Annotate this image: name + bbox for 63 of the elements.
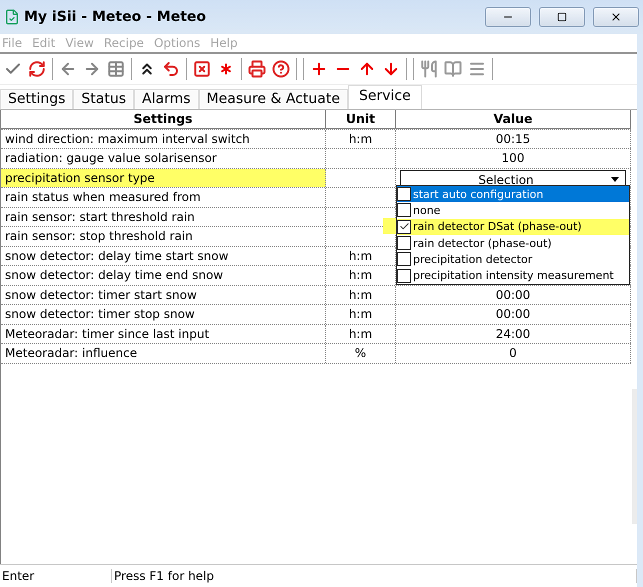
table-cell: Meteoradar: influence bbox=[1, 344, 326, 362]
scrollbar-thumb[interactable] bbox=[632, 389, 637, 524]
plus-icon[interactable] bbox=[310, 60, 328, 78]
table-cell: radiation: gauge value solarisensor bbox=[1, 149, 326, 168]
table-cell: snow detector: timer start snow bbox=[1, 286, 326, 304]
table-cell: Meteoradar: timer since last input bbox=[1, 324, 326, 343]
column-header: Value bbox=[396, 110, 631, 128]
column-header: Unit bbox=[326, 110, 396, 128]
checkbox[interactable] bbox=[397, 252, 411, 266]
table-cell: h:m bbox=[326, 286, 396, 304]
square-x-icon[interactable] bbox=[193, 60, 211, 78]
window-title: My iSii - Meteo - Meteo bbox=[24, 9, 207, 25]
maximize-icon bbox=[557, 12, 567, 22]
book-icon[interactable] bbox=[444, 60, 462, 78]
status-text: Enter bbox=[0, 569, 112, 583]
table-cell: 24:00 bbox=[396, 324, 631, 343]
help-icon[interactable] bbox=[272, 60, 290, 78]
minimize-button[interactable] bbox=[485, 7, 531, 27]
maximize-button[interactable] bbox=[539, 7, 585, 27]
table-cell: h:m bbox=[326, 130, 396, 148]
app-icon bbox=[4, 9, 20, 25]
table-cell: 100 bbox=[396, 149, 631, 168]
checkbox[interactable] bbox=[397, 268, 411, 283]
close-button[interactable] bbox=[593, 7, 639, 27]
undo-icon[interactable] bbox=[162, 60, 180, 78]
table-cell: precipitation sensor type bbox=[1, 168, 326, 187]
dropdown-option[interactable]: start auto configuration bbox=[397, 186, 629, 202]
table-cell: 00:00 bbox=[396, 305, 631, 324]
checkbox[interactable] bbox=[397, 236, 411, 250]
printer-icon[interactable] bbox=[248, 60, 266, 78]
utensils-icon[interactable] bbox=[420, 60, 438, 78]
refresh-icon[interactable] bbox=[28, 60, 46, 78]
column-header: Settings bbox=[1, 110, 326, 128]
table-cell: wind direction: maximum interval switch bbox=[1, 130, 326, 148]
table-cell: rain sensor: start threshold rain bbox=[1, 208, 326, 226]
checkbox[interactable] bbox=[397, 203, 411, 218]
table-cell: 0 bbox=[396, 344, 631, 362]
highlight-marker bbox=[383, 218, 396, 234]
table-cell: snow detector: timer stop snow bbox=[1, 305, 326, 324]
tab[interactable]: Alarms bbox=[134, 89, 199, 109]
selection-dropdown[interactable]: Selection bbox=[400, 170, 626, 186]
table-cell: snow detector: delay time end snow bbox=[1, 266, 326, 284]
close-icon bbox=[610, 11, 622, 23]
table-cell: 00:15 bbox=[396, 130, 631, 148]
arrow-right-icon[interactable] bbox=[83, 60, 101, 78]
dropdown-option[interactable]: rain detector DSat (phase-out) bbox=[397, 218, 629, 235]
tab[interactable]: Service bbox=[348, 85, 422, 109]
table-cell: rain sensor: stop threshold rain bbox=[1, 227, 326, 246]
table-cell: % bbox=[326, 344, 396, 362]
checkbox[interactable] bbox=[397, 187, 411, 202]
table-cell: snow detector: delay time start snow bbox=[1, 246, 326, 265]
table-cell: rain status when measured from bbox=[1, 188, 326, 206]
status-text: Press F1 for help bbox=[112, 569, 637, 583]
arrow-down-icon[interactable] bbox=[382, 60, 400, 78]
tab[interactable]: Measure & Actuate bbox=[198, 89, 348, 109]
caret-icon bbox=[611, 177, 619, 182]
table-icon[interactable] bbox=[107, 60, 125, 78]
tab[interactable]: Settings bbox=[0, 89, 74, 109]
table-cell: h:m bbox=[326, 305, 396, 324]
table-cell: h:m bbox=[326, 324, 396, 343]
tab[interactable]: Status bbox=[73, 89, 134, 109]
checkbox[interactable] bbox=[397, 220, 411, 234]
menu-icon[interactable] bbox=[468, 60, 486, 78]
